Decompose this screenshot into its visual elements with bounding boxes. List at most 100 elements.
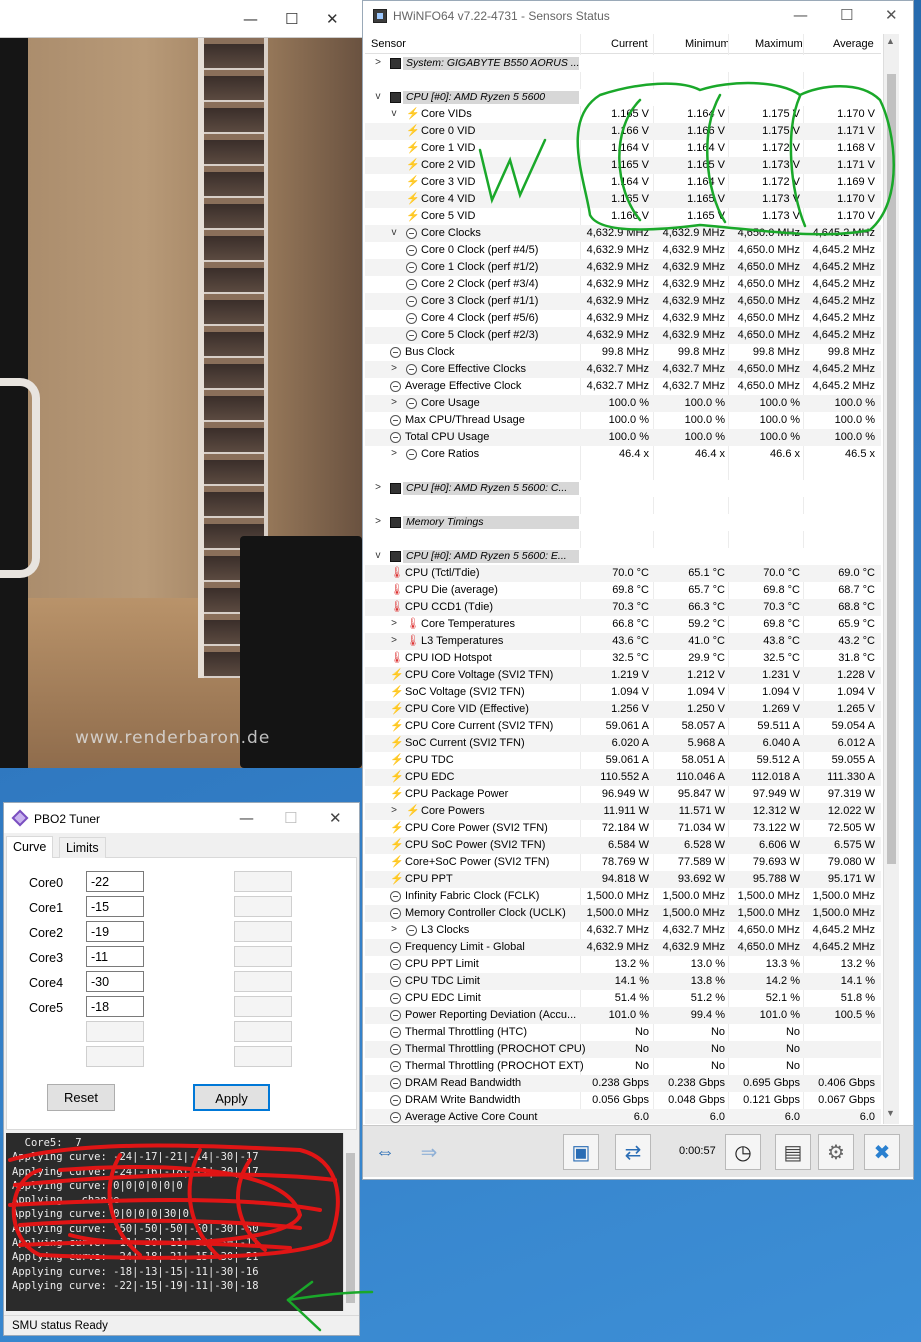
sensor-row[interactable]: > L3 Clocks 4,632.7 MHz 4,632.7 MHz 4,650.0 … [365,922,881,939]
core4-offset-input[interactable] [86,971,144,992]
collapse-icon[interactable]: v [389,227,399,238]
col-sensor[interactable]: Sensor [371,38,406,50]
sensor-row[interactable]: ⚡ Core 0 VID 1.166 V 1.166 V 1.175 V 1.171 V [365,123,881,140]
expand-icon[interactable]: > [389,805,399,816]
minimize-icon[interactable]: — [239,809,254,827]
sensor-row[interactable]: Power Reporting Deviation (Accu... 101.0 … [365,1007,881,1024]
expand-icon[interactable]: > [389,448,399,459]
reset-button[interactable]: Reset [47,1084,115,1111]
sensor-row[interactable]: > Core Effective Clocks 4,632.7 MHz 4,632.7… [365,361,881,378]
sensor-row[interactable]: 🌡 CPU (Tctl/Tdie) 70.0 °C 65.1 °C 70.0 °C 69.… [365,565,881,582]
sensor-row[interactable]: > ⚡ Core Powers 11.911 W 11.571 W 12.312 W 12.… [365,803,881,820]
sensor-row[interactable]: ⚡ CPU EDC 110.552 A 110.046 A 112.018 A 111.3… [365,769,881,786]
col-average[interactable]: Average [833,38,874,50]
expand-icon[interactable]: > [389,635,399,646]
sensor-row[interactable]: ⚡ CPU Core Voltage (SVI2 TFN) 1.219 V 1.212… [365,667,881,684]
sensor-row[interactable]: Thermal Throttling (PROCHOT EXT) No No No [365,1058,881,1075]
sensor-row[interactable]: v Core Clocks 4,632.9 MHz 4,632.9 MHz 4,650.… [365,225,881,242]
sensor-row[interactable]: Max CPU/Thread Usage 100.0 % 100.0 % 100.0 … [365,412,881,429]
network-button[interactable]: ⇄ [615,1134,651,1170]
sensor-group-row[interactable]: > CPU [#0]: AMD Ryzen 5 5600: C... [365,480,881,497]
sensor-row[interactable]: ⚡ Core 3 VID 1.164 V 1.164 V 1.172 V 1.169 V [365,174,881,191]
settings-button[interactable]: ⚙ [818,1134,854,1170]
sensor-row[interactable]: CPU PPT Limit 13.2 % 13.0 % 13.3 % 13.2 % [365,956,881,973]
sensor-row[interactable]: Core 3 Clock (perf #1/1) 4,632.9 MHz 4,632… [365,293,881,310]
log-scrollbar[interactable] [343,1133,357,1311]
core1-offset-input[interactable] [86,896,144,917]
core5-offset-input[interactable] [86,996,144,1017]
sensor-row[interactable]: Average Effective Clock 4,632.7 MHz 4,632.… [365,378,881,395]
sensor-row[interactable]: ⚡ Core 2 VID 1.165 V 1.165 V 1.173 V 1.171 V [365,157,881,174]
sensor-row[interactable]: CPU EDC Limit 51.4 % 51.2 % 52.1 % 51.8 % [365,990,881,1007]
expand-icon[interactable]: > [373,57,383,68]
minimize-icon[interactable]: — [243,10,258,28]
report-button[interactable]: ▤ [775,1134,811,1170]
maximize-icon[interactable]: ☐ [840,6,853,24]
log-output[interactable]: Core5: 7 Applying curve: -24|-17|-21|-14|… [6,1133,343,1311]
col-maximum[interactable]: Maximum [755,38,803,50]
sensor-row[interactable]: Thermal Throttling (HTC) No No No [365,1024,881,1041]
close-icon[interactable]: ✕ [329,809,342,827]
monitor-button[interactable]: ▣ [563,1134,599,1170]
core2-offset-input[interactable] [86,921,144,942]
sensor-row[interactable]: > 🌡 L3 Temperatures 43.6 °C 41.0 °C 43.8 °C 43… [365,633,881,650]
sensor-row[interactable]: Core 2 Clock (perf #3/4) 4,632.9 MHz 4,632… [365,276,881,293]
sensor-row[interactable]: v ⚡ Core VIDs 1.165 V 1.164 V 1.175 V 1.170 V [365,106,881,123]
sensor-row[interactable]: Core 0 Clock (perf #4/5) 4,632.9 MHz 4,632… [365,242,881,259]
sensor-group-row[interactable]: > Memory Timings [365,514,881,531]
sensor-row[interactable]: Bus Clock 99.8 MHz 99.8 MHz 99.8 MHz 99.8 MH… [365,344,881,361]
core0-offset-input[interactable] [86,871,144,892]
sensor-row[interactable]: Infinity Fabric Clock (FCLK) 1,500.0 MHz 1… [365,888,881,905]
sensor-row[interactable]: ⚡ Core 4 VID 1.165 V 1.165 V 1.173 V 1.170 V [365,191,881,208]
expand-icon[interactable]: > [373,482,383,493]
scroll-down-icon[interactable]: ▼ [886,1108,895,1118]
collapse-icon[interactable]: v [373,91,383,102]
apply-button[interactable]: Apply [193,1084,270,1111]
scroll-up-icon[interactable]: ▲ [886,36,895,46]
sensor-row[interactable]: Frequency Limit - Global 4,632.9 MHz 4,632… [365,939,881,956]
sensor-row[interactable]: > 🌡 Core Temperatures 66.8 °C 59.2 °C 69.8 °C… [365,616,881,633]
maximize-icon[interactable]: ☐ [285,10,298,28]
sensor-row[interactable]: Core 1 Clock (perf #1/2) 4,632.9 MHz 4,632… [365,259,881,276]
sensor-group-row[interactable]: > System: GIGABYTE B550 AORUS ... [365,55,881,72]
sensor-row[interactable]: > Core Usage 100.0 % 100.0 % 100.0 % 100.0 % [365,395,881,412]
sensor-row[interactable]: Core 4 Clock (perf #5/6) 4,632.9 MHz 4,632… [365,310,881,327]
core3-offset-input[interactable] [86,946,144,967]
sensor-row[interactable]: 🌡 CPU CCD1 (Tdie) 70.3 °C 66.3 °C 70.3 °C 68.… [365,599,881,616]
sensor-row[interactable]: ⚡ SoC Current (SVI2 TFN) 6.020 A 5.968 A 6.0… [365,735,881,752]
sensor-row[interactable]: ⚡ Core 1 VID 1.164 V 1.164 V 1.172 V 1.168 V [365,140,881,157]
nav-prev-button[interactable]: ⇔ [367,1134,403,1170]
expand-icon[interactable]: > [389,363,399,374]
close-icon[interactable]: ✕ [326,10,339,28]
sensor-row[interactable]: ⚡ CPU SoC Power (SVI2 TFN) 6.584 W 6.528 W 6… [365,837,881,854]
sensor-row[interactable]: DRAM Read Bandwidth 0.238 Gbps 0.238 Gbps 0… [365,1075,881,1092]
sensor-row[interactable]: Average Active Core Count 6.0 6.0 6.0 6.0 [365,1109,881,1124]
col-current[interactable]: Current [611,38,648,50]
sensor-row[interactable]: 🌡 CPU Die (average) 69.8 °C 65.7 °C 69.8 °C 6… [365,582,881,599]
tab-curve[interactable]: Curve [6,836,54,859]
sensor-row[interactable]: Thermal Throttling (PROCHOT CPU) No No No [365,1041,881,1058]
sensor-row[interactable]: ⚡ CPU Core Power (SVI2 TFN) 72.184 W 71.034… [365,820,881,837]
sensor-row[interactable]: ⚡ SoC Voltage (SVI2 TFN) 1.094 V 1.094 V 1.0… [365,684,881,701]
sensor-row[interactable]: DRAM Write Bandwidth 0.056 Gbps 0.048 Gbps… [365,1092,881,1109]
expand-icon[interactable]: > [389,924,399,935]
sensor-row[interactable]: Memory Controller Clock (UCLK) 1,500.0 MH… [365,905,881,922]
scroll-thumb[interactable] [887,74,896,864]
sensor-row[interactable]: 🌡 CPU IOD Hotspot 32.5 °C 29.9 °C 32.5 °C 31.… [365,650,881,667]
sensor-row[interactable]: ⚡ CPU Core VID (Effective) 1.256 V 1.250 V 1… [365,701,881,718]
sensor-row[interactable]: ⚡ CPU Package Power 96.949 W 95.847 W 97.949… [365,786,881,803]
close-icon[interactable]: ✕ [885,6,898,24]
close-sensors-button[interactable]: ✖ [864,1134,900,1170]
col-minimum[interactable]: Minimum [685,38,730,50]
sensor-row[interactable]: ⚡ CPU PPT 94.818 W 93.692 W 95.788 W 95.171 W [365,871,881,888]
sensor-group-row[interactable]: v CPU [#0]: AMD Ryzen 5 5600 [365,89,881,106]
tab-limits[interactable]: Limits [59,837,106,858]
sensor-row[interactable]: Core 5 Clock (perf #2/3) 4,632.9 MHz 4,632… [365,327,881,344]
collapse-icon[interactable]: v [373,550,383,561]
sensor-row[interactable]: ⚡ CPU TDC 59.061 A 58.051 A 59.512 A 59.055 A [365,752,881,769]
expand-icon[interactable]: > [389,397,399,408]
sensor-group-row[interactable]: v CPU [#0]: AMD Ryzen 5 5600: E... [365,548,881,565]
log-scroll-thumb[interactable] [346,1153,355,1303]
minimize-icon[interactable]: — [793,6,808,24]
clock-button[interactable]: ◷ [725,1134,761,1170]
